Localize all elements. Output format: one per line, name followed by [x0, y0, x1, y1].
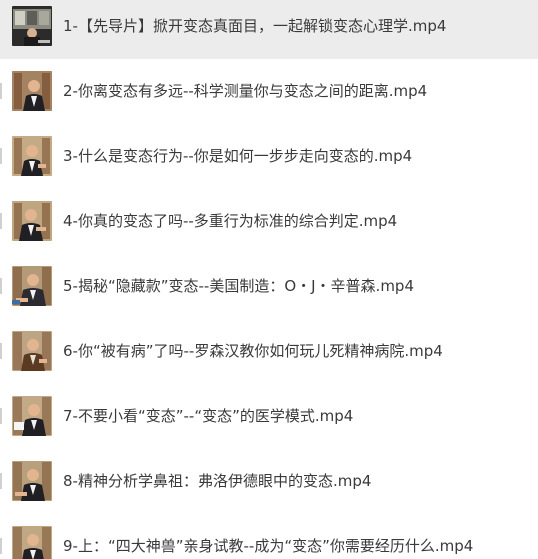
row-marker [0, 473, 2, 489]
row-marker [0, 343, 2, 359]
thumbnail-icon [12, 6, 52, 46]
file-row-1[interactable]: 1-【先导片】掀开变态真面目，一起解锁变态心理学.mp4 [0, 0, 538, 59]
row-marker [0, 538, 2, 554]
row-marker [0, 278, 2, 294]
file-row-5[interactable]: 5-揭秘“隐藏款”变态--美国制造：O・J・辛普森.mp4 [0, 254, 538, 319]
video-thumbnail-5 [12, 266, 52, 306]
file-name: 2-你离变态有多远--科学测量你与变态之间的距离.mp4 [63, 82, 428, 100]
row-marker [0, 148, 2, 164]
thumbnail-icon [12, 396, 52, 436]
thumbnail-icon [12, 331, 52, 371]
video-thumbnail-4 [12, 201, 52, 241]
video-thumbnail-9 [12, 526, 52, 559]
file-name: 7-不要小看“变态”--“变态”的医学模式.mp4 [63, 407, 354, 425]
file-row-3[interactable]: 3-什么是变态行为--你是如何一步步走向变态的.mp4 [0, 124, 538, 189]
file-row-9[interactable]: 9-上：“四大神兽”亲身试教--成为“变态”你需要经历什么.mp4 [0, 514, 538, 559]
row-marker [0, 213, 2, 229]
file-name: 1-【先导片】掀开变态真面目，一起解锁变态心理学.mp4 [63, 17, 447, 35]
file-row-2[interactable]: 2-你离变态有多远--科学测量你与变态之间的距离.mp4 [0, 59, 538, 124]
file-name: 8-精神分析学鼻祖：弗洛伊德眼中的变态.mp4 [63, 472, 372, 490]
video-thumbnail-6 [12, 331, 52, 371]
file-row-7[interactable]: 7-不要小看“变态”--“变态”的医学模式.mp4 [0, 384, 538, 449]
video-thumbnail-2 [12, 71, 52, 111]
video-thumbnail-3 [12, 136, 52, 176]
file-list: 1-【先导片】掀开变态真面目，一起解锁变态心理学.mp4 2-你离变态有多远--… [0, 0, 538, 559]
thumbnail-icon [12, 71, 52, 111]
file-name: 3-什么是变态行为--你是如何一步步走向变态的.mp4 [63, 147, 413, 165]
video-thumbnail-1 [12, 6, 52, 46]
row-marker [0, 408, 2, 424]
thumbnail-icon [12, 266, 52, 306]
file-name: 9-上：“四大神兽”亲身试教--成为“变态”你需要经历什么.mp4 [63, 537, 474, 555]
file-name: 4-你真的变态了吗--多重行为标准的综合判定.mp4 [63, 212, 398, 230]
file-row-8[interactable]: 8-精神分析学鼻祖：弗洛伊德眼中的变态.mp4 [0, 449, 538, 514]
thumbnail-icon [12, 461, 52, 501]
file-row-6[interactable]: 6-你“被有病”了吗--罗森汉教你如何玩儿死精神病院.mp4 [0, 319, 538, 384]
thumbnail-icon [12, 201, 52, 241]
file-name: 6-你“被有病”了吗--罗森汉教你如何玩儿死精神病院.mp4 [63, 342, 443, 360]
thumbnail-icon [12, 136, 52, 176]
video-thumbnail-8 [12, 461, 52, 501]
thumbnail-icon [12, 526, 52, 559]
video-thumbnail-7 [12, 396, 52, 436]
file-row-4[interactable]: 4-你真的变态了吗--多重行为标准的综合判定.mp4 [0, 189, 538, 254]
row-marker [0, 83, 2, 99]
file-name: 5-揭秘“隐藏款”变态--美国制造：O・J・辛普森.mp4 [63, 277, 415, 295]
